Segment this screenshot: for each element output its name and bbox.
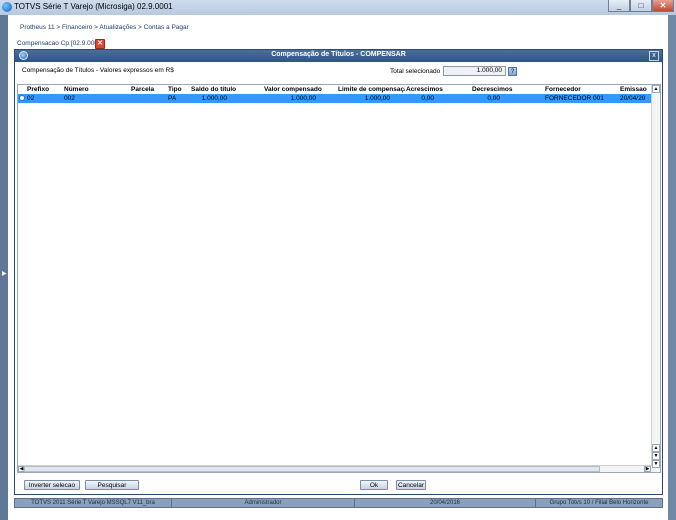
column-header-acrescimos[interactable]: Acrescimos: [406, 85, 470, 94]
scroll-page-down-icon[interactable]: ▼: [652, 452, 660, 460]
table-row[interactable]: 02 002 PA 1.000,00 1.000,00 1.000,00 0,0…: [18, 94, 652, 103]
column-header-valor-compensado[interactable]: Valor compensado: [264, 85, 336, 94]
maximize-button[interactable]: □: [630, 0, 652, 12]
column-header-limite[interactable]: Limite de compensação: [338, 85, 405, 94]
cell-decrescimos: 0,00: [487, 95, 500, 102]
horizontal-scroll-thumb[interactable]: [24, 466, 600, 472]
scroll-page-up-icon[interactable]: ▲: [652, 444, 660, 452]
scroll-right-icon[interactable]: ▶: [644, 466, 651, 472]
column-header-parcela[interactable]: Parcela: [131, 85, 167, 94]
column-header-emissao[interactable]: Emissao: [620, 85, 652, 94]
pesquisar-button[interactable]: Pesquisar: [85, 480, 139, 490]
status-company: Grupo Totvs 10 / Filial Belo Horizonte: [549, 500, 649, 506]
totvs-app-icon: [2, 2, 12, 12]
cell-emissao: 20/04/20: [620, 95, 646, 102]
routine-close-icon[interactable]: ✕: [95, 39, 105, 49]
cell-valor-compensado: 1.000,00: [290, 95, 316, 102]
total-selected-label: Total selecionado: [390, 68, 441, 75]
scroll-up-icon[interactable]: ▲: [652, 85, 660, 93]
window-titlebar: TOTVS Série T Varejo (Microsiga) 02.9.00…: [0, 0, 676, 15]
titles-grid[interactable]: Prefixo Número Parcela Tipo Saldo do tít…: [17, 84, 661, 473]
right-frame-border: [667, 15, 676, 520]
total-selected-field: 1.000,00: [443, 66, 506, 76]
row-selected-icon[interactable]: [19, 95, 25, 101]
column-header-tipo[interactable]: Tipo: [168, 85, 190, 94]
scroll-down-icon[interactable]: ▼: [652, 460, 660, 468]
cell-acrescimos: 0,00: [421, 95, 434, 102]
column-header-prefixo[interactable]: Prefixo: [27, 85, 63, 94]
status-user: Administrador: [172, 499, 355, 507]
window-close-button[interactable]: ✕: [652, 0, 674, 12]
column-header-numero[interactable]: Número: [64, 85, 130, 94]
cell-numero: 002: [64, 95, 75, 102]
ok-button[interactable]: Ok: [360, 480, 388, 490]
inverter-selecao-button[interactable]: Inverter selecao: [24, 480, 80, 490]
dialog-subtitle: Compensação de Títulos - Valores express…: [22, 67, 174, 74]
cell-tipo: PA: [168, 95, 177, 102]
breadcrumb: Protheus 11 > Financeiro > Atualizações …: [20, 24, 189, 31]
dialog-titlebar: Compensação de Títulos - COMPENSAR x: [15, 50, 662, 62]
routine-tab[interactable]: Compensacao Cp [02.9.0006]: [17, 40, 103, 47]
minimize-button[interactable]: _: [608, 0, 630, 12]
cell-parcela: [131, 94, 167, 103]
dialog-close-button[interactable]: x: [649, 51, 659, 61]
vertical-scrollbar[interactable]: ▲ ▲ ▼ ▼: [651, 85, 660, 472]
status-bar: TOTVS 2011 Série T Varejo MSSQL7 V11_bra…: [14, 498, 663, 508]
dialog-title: Compensação de Títulos - COMPENSAR: [271, 51, 406, 58]
cancelar-button[interactable]: Cancelar: [396, 480, 426, 490]
expand-arrow-icon[interactable]: ▶: [2, 270, 7, 277]
column-header-decrescimos[interactable]: Decrescimos: [472, 85, 544, 94]
status-product: TOTVS 2011 Série T Varejo MSSQL7 V11_bra: [15, 499, 172, 507]
cell-fornecedor: FORNECEDOR 001: [545, 95, 604, 102]
column-header-fornecedor[interactable]: Fornecedor: [545, 85, 619, 94]
window-title: TOTVS Série T Varejo (Microsiga) 02.9.00…: [14, 2, 173, 11]
horizontal-scrollbar[interactable]: ◀ ▶: [18, 465, 652, 472]
left-collapse-strip[interactable]: ▶: [0, 15, 8, 520]
cell-limite: 1.000,00: [364, 95, 390, 102]
total-help-button[interactable]: ?: [508, 67, 517, 76]
column-header-saldo[interactable]: Saldo do título: [191, 85, 263, 94]
cell-prefixo: 02: [27, 95, 35, 102]
status-date: 20/04/2016: [355, 499, 536, 507]
cell-saldo: 1.000,00: [201, 95, 227, 102]
